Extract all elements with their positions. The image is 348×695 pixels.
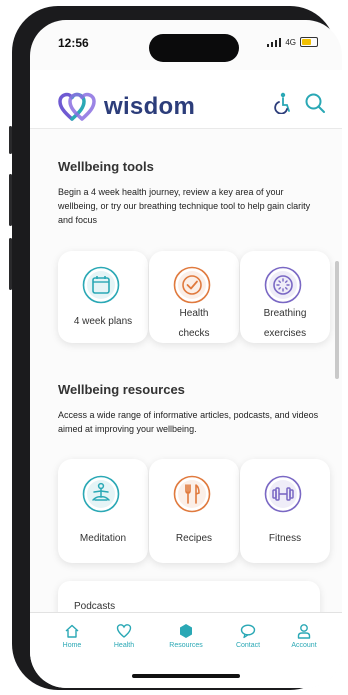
card-label: 4 week plans	[73, 316, 133, 327]
check-icon	[173, 266, 211, 304]
podcasts-card[interactable]: Podcasts	[58, 581, 320, 612]
phone-frame: 12:56 4G wisdom Wellbeing tools Begin a …	[9, 6, 342, 690]
card-health-checks[interactable]: Health checks	[149, 251, 239, 343]
card-label: Meditation	[79, 533, 127, 544]
tab-home[interactable]: Home	[44, 623, 100, 649]
tab-account[interactable]: Account	[276, 623, 332, 649]
dynamic-island	[149, 34, 239, 62]
status-icons: 4G	[267, 37, 318, 47]
card-4-week-plans[interactable]: 4 week plans	[58, 251, 148, 343]
resources-section-title: Wellbeing resources	[58, 382, 185, 397]
heart-icon	[116, 624, 132, 638]
main-content: Wellbeing tools Begin a 4 week health jo…	[30, 129, 342, 612]
card-label-line2: checks	[178, 328, 210, 339]
heart-logo-icon	[58, 92, 96, 121]
tools-section-description: Begin a 4 week health journey, review a …	[58, 187, 311, 225]
user-icon	[297, 624, 311, 639]
tab-resources[interactable]: Resources	[158, 623, 214, 649]
network-label: 4G	[285, 37, 296, 47]
tab-contact[interactable]: Contact	[220, 623, 276, 649]
app-name: wisdom	[104, 93, 196, 120]
home-indicator	[132, 674, 240, 678]
breathing-icon	[264, 266, 302, 304]
volume-up-button	[9, 174, 12, 226]
cutlery-icon	[173, 475, 211, 513]
tab-label: Contact	[235, 642, 261, 649]
home-icon	[65, 624, 79, 638]
status-bar: 12:56 4G	[30, 20, 342, 64]
chat-icon	[240, 624, 256, 639]
scrollbar[interactable]	[335, 261, 339, 379]
card-label: Fitness	[268, 533, 302, 544]
calendar-icon	[82, 266, 120, 304]
card-label-line1: Breathing	[263, 308, 307, 319]
card-meditation[interactable]: Meditation	[58, 459, 148, 563]
tab-label: Health	[113, 642, 135, 649]
app-header: wisdom	[30, 70, 342, 129]
card-recipes[interactable]: Recipes	[149, 459, 239, 563]
tab-label: Resources	[169, 642, 203, 649]
podcasts-label: Podcasts	[74, 601, 116, 612]
tab-label: Account	[291, 642, 317, 649]
meditation-icon	[82, 475, 120, 513]
signal-icon	[267, 37, 282, 47]
card-label-line2: exercises	[263, 328, 307, 339]
tab-health[interactable]: Health	[96, 623, 152, 649]
dumbbell-icon	[264, 475, 302, 513]
app-logo[interactable]: wisdom	[58, 92, 195, 122]
hexagon-icon	[180, 624, 192, 638]
search-icon[interactable]	[304, 92, 326, 114]
tab-label: Home	[62, 642, 82, 649]
mute-switch	[9, 126, 12, 154]
volume-down-button	[9, 238, 12, 290]
card-label-line1: Health	[179, 308, 209, 319]
card-label: Recipes	[175, 533, 213, 544]
card-breathing-exercises[interactable]: Breathing exercises	[240, 251, 330, 343]
tools-section-title: Wellbeing tools	[58, 159, 154, 174]
battery-icon	[300, 37, 318, 47]
status-time: 12:56	[58, 36, 89, 50]
accessibility-icon[interactable]	[272, 92, 292, 114]
screen: 12:56 4G wisdom Wellbeing tools Begin a …	[30, 20, 342, 688]
resources-section-description: Access a wide range of informative artic…	[58, 410, 319, 434]
card-fitness[interactable]: Fitness	[240, 459, 330, 563]
